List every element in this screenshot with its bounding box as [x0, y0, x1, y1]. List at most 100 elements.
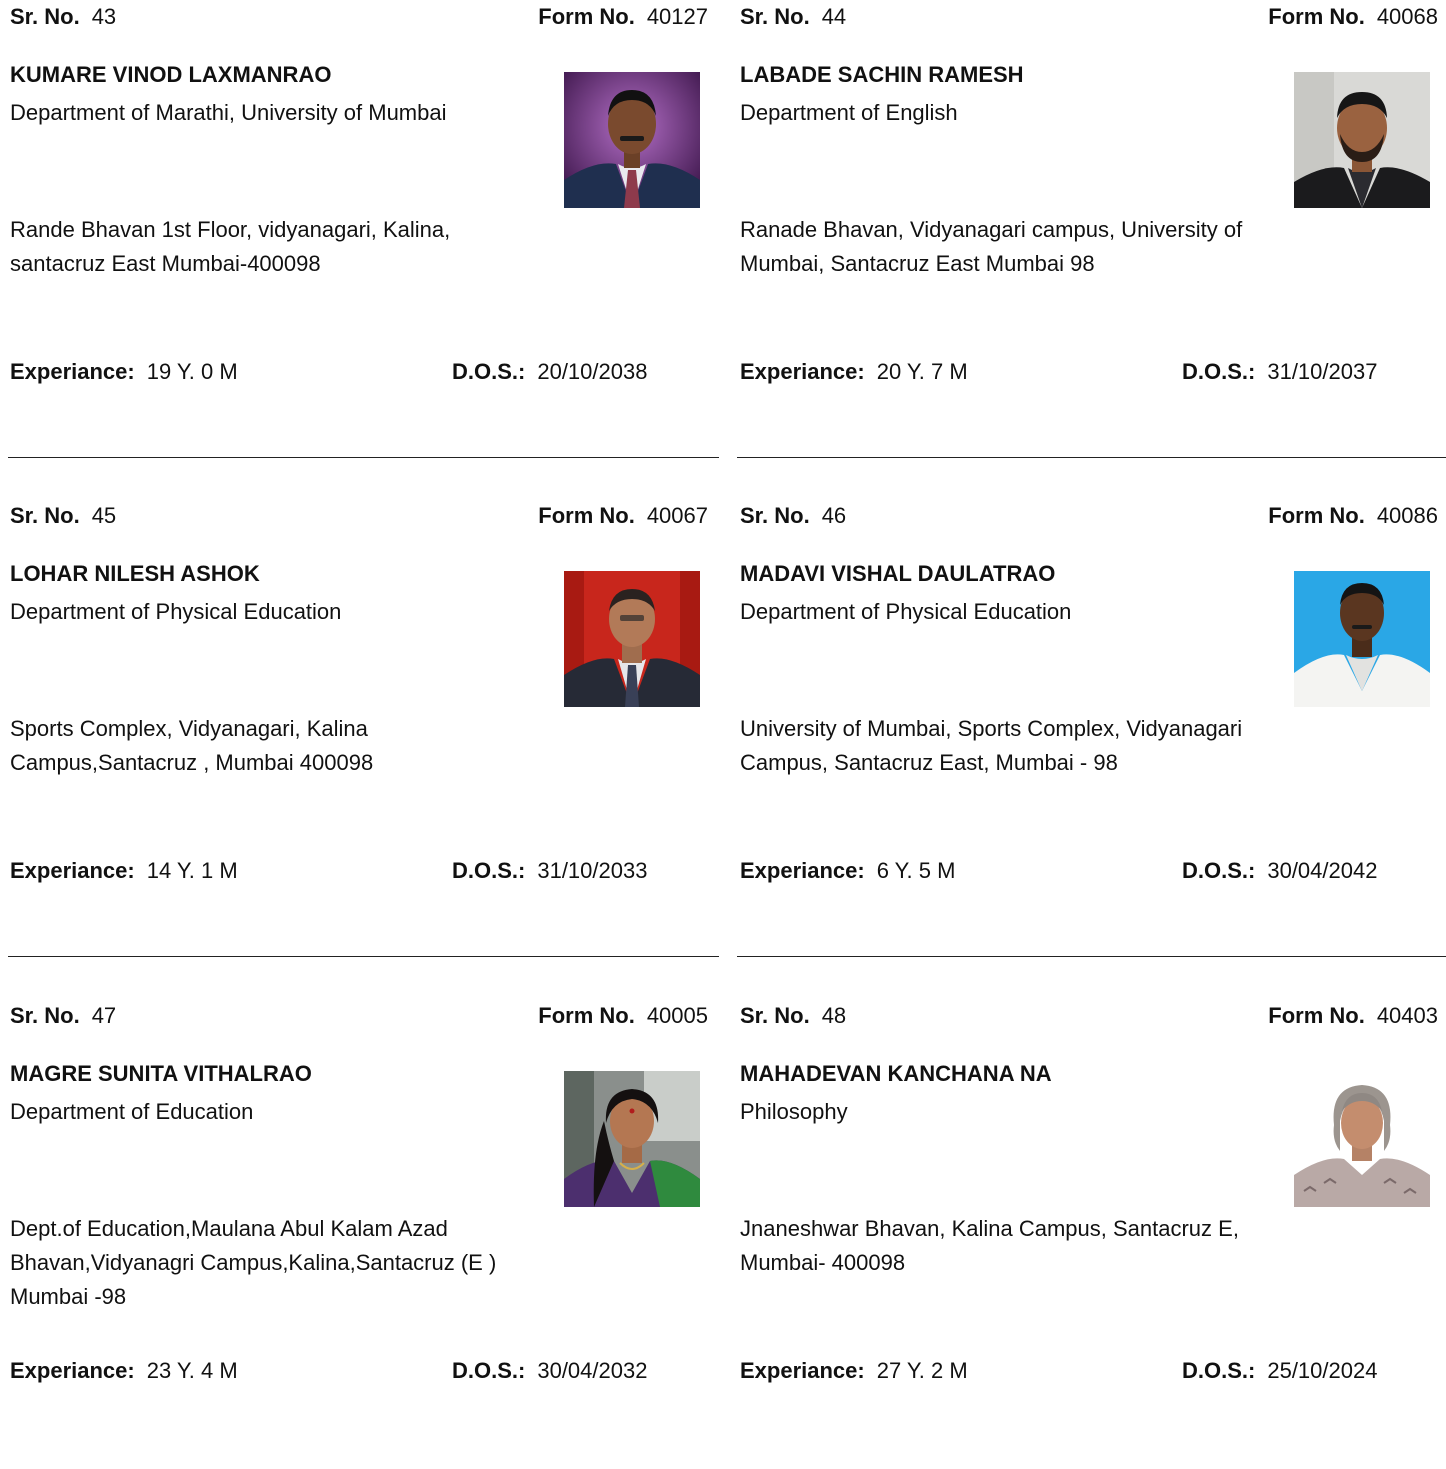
sr-no-value: 47 [91, 1003, 117, 1028]
form-no-value: 40127 [646, 4, 708, 29]
form-no: Form No. 40127 [538, 0, 708, 34]
dos-label: D.O.S.: [1182, 1358, 1256, 1383]
card-header-row: Sr. No. 46 Form No. 40086 [740, 499, 1438, 533]
form-no: Form No. 40067 [538, 499, 708, 533]
sr-no: Sr. No. 43 [10, 0, 116, 34]
department: Department of Physical Education [740, 599, 1072, 624]
form-no-label: Form No. [538, 1003, 635, 1028]
department: Department of Physical Education [10, 599, 342, 624]
person-name: MAHADEVAN KANCHANA NA [740, 1061, 1052, 1086]
department: Philosophy [740, 1099, 848, 1124]
dos-value: 31/10/2033 [537, 858, 648, 883]
sr-no-label: Sr. No. [740, 4, 810, 29]
date-of-superannuation: D.O.S.: 30/04/2032 [452, 1354, 647, 1388]
card-header-row: Sr. No. 44 Form No. 40068 [740, 0, 1438, 34]
photo-graphic [1294, 571, 1430, 707]
form-no-value: 40403 [1376, 1003, 1438, 1028]
experience: Experiance: 20 Y. 7 M [740, 355, 968, 389]
sr-no: Sr. No. 48 [740, 999, 846, 1033]
experience-value: 6 Y. 5 M [876, 858, 956, 883]
experience-label: Experiance: [10, 1358, 135, 1383]
divider-line [737, 956, 1446, 957]
sr-no: Sr. No. 44 [740, 0, 846, 34]
photo-graphic [1294, 1071, 1430, 1207]
dos-value: 25/10/2024 [1267, 1358, 1378, 1383]
form-no: Form No. 40005 [538, 999, 708, 1033]
sr-no-label: Sr. No. [10, 1003, 80, 1028]
man-blue-background-photo [1294, 571, 1430, 707]
date-of-superannuation: D.O.S.: 25/10/2024 [1182, 1354, 1377, 1388]
profile-card: Sr. No. 48 Form No. 40403 MAHADEVAN KANCHA… [730, 999, 1442, 1469]
sr-no: Sr. No. 47 [10, 999, 116, 1033]
sr-no-label: Sr. No. [740, 503, 810, 528]
dos-label: D.O.S.: [452, 1358, 526, 1383]
sr-no-value: 45 [91, 503, 117, 528]
person-name: LOHAR NILESH ASHOK [10, 561, 260, 586]
sr-no-label: Sr. No. [10, 4, 80, 29]
person-name: MAGRE SUNITA VITHALRAO [10, 1061, 312, 1086]
experience-value: 23 Y. 4 M [146, 1358, 238, 1383]
dos-label: D.O.S.: [1182, 858, 1256, 883]
experience: Experiance: 6 Y. 5 M [740, 854, 955, 888]
card-footer-row: Experiance: 6 Y. 5 M D.O.S.: 30/04/2042 [740, 854, 1420, 888]
card-footer-row: Experiance: 19 Y. 0 M D.O.S.: 20/10/2038 [10, 355, 690, 389]
form-no-value: 40005 [646, 1003, 708, 1028]
profile-card: Sr. No. 47 Form No. 40005 MAGRE SUNITA VIT… [0, 999, 712, 1469]
address: Ranade Bhavan, Vidyanagari campus, Unive… [740, 217, 1243, 276]
address: Sports Complex, Vidyanagari, Kalina Camp… [10, 716, 374, 775]
profile-card: Sr. No. 44 Form No. 40068 LABADE SACHIN RA… [730, 0, 1442, 470]
form-no-label: Form No. [1268, 1003, 1365, 1028]
dos-label: D.O.S.: [1182, 359, 1256, 384]
date-of-superannuation: D.O.S.: 31/10/2037 [1182, 355, 1377, 389]
experience-value: 27 Y. 2 M [876, 1358, 968, 1383]
experience: Experiance: 14 Y. 1 M [10, 854, 238, 888]
person-name: LABADE SACHIN RAMESH [740, 62, 1024, 87]
dos-value: 30/04/2032 [537, 1358, 648, 1383]
experience-label: Experiance: [740, 1358, 865, 1383]
experience-value: 20 Y. 7 M [876, 359, 968, 384]
dos-label: D.O.S.: [452, 359, 526, 384]
sr-no-value: 43 [91, 4, 117, 29]
card-header-row: Sr. No. 48 Form No. 40403 [740, 999, 1438, 1033]
profile-card: Sr. No. 45 Form No. 40067 LOHAR NILESH ASH… [0, 499, 712, 969]
sr-no: Sr. No. 45 [10, 499, 116, 533]
card-footer-row: Experiance: 27 Y. 2 M D.O.S.: 25/10/2024 [740, 1354, 1420, 1388]
experience-value: 19 Y. 0 M [146, 359, 238, 384]
photo-graphic [564, 72, 700, 208]
card-header-row: Sr. No. 43 Form No. 40127 [10, 0, 708, 34]
form-no-label: Form No. [1268, 503, 1365, 528]
form-no-value: 40068 [1376, 4, 1438, 29]
card-footer-row: Experiance: 14 Y. 1 M D.O.S.: 31/10/2033 [10, 854, 690, 888]
address: Rande Bhavan 1st Floor, vidyanagari, Kal… [10, 217, 451, 276]
divider-line [8, 956, 719, 957]
address: Jnaneshwar Bhavan, Kalina Campus, Santac… [740, 1216, 1239, 1275]
form-no-label: Form No. [538, 503, 635, 528]
card-footer-row: Experiance: 23 Y. 4 M D.O.S.: 30/04/2032 [10, 1354, 690, 1388]
sr-no-value: 46 [821, 503, 847, 528]
experience-label: Experiance: [10, 858, 135, 883]
woman-grey-hair-photo [1294, 1071, 1430, 1207]
department: Department of Marathi, University of Mum… [10, 100, 447, 125]
photo-graphic [564, 571, 700, 707]
form-no: Form No. 40086 [1268, 499, 1438, 533]
dos-value: 30/04/2042 [1267, 858, 1378, 883]
department: Department of English [740, 100, 958, 125]
sr-no-value: 48 [821, 1003, 847, 1028]
card-header-row: Sr. No. 45 Form No. 40067 [10, 499, 708, 533]
date-of-superannuation: D.O.S.: 31/10/2033 [452, 854, 647, 888]
profile-card: Sr. No. 46 Form No. 40086 MADAVI VISHAL DA… [730, 499, 1442, 969]
dos-value: 31/10/2037 [1267, 359, 1378, 384]
form-no-value: 40086 [1376, 503, 1438, 528]
dos-value: 20/10/2038 [537, 359, 648, 384]
sr-no-label: Sr. No. [740, 1003, 810, 1028]
address: University of Mumbai, Sports Complex, Vi… [740, 716, 1243, 775]
experience-label: Experiance: [10, 359, 135, 384]
experience: Experiance: 27 Y. 2 M [740, 1354, 968, 1388]
divider-line [8, 457, 719, 458]
experience: Experiance: 19 Y. 0 M [10, 355, 238, 389]
experience-label: Experiance: [740, 858, 865, 883]
form-no-value: 40067 [646, 503, 708, 528]
divider-line [737, 457, 1446, 458]
experience-value: 14 Y. 1 M [146, 858, 238, 883]
dos-label: D.O.S.: [452, 858, 526, 883]
